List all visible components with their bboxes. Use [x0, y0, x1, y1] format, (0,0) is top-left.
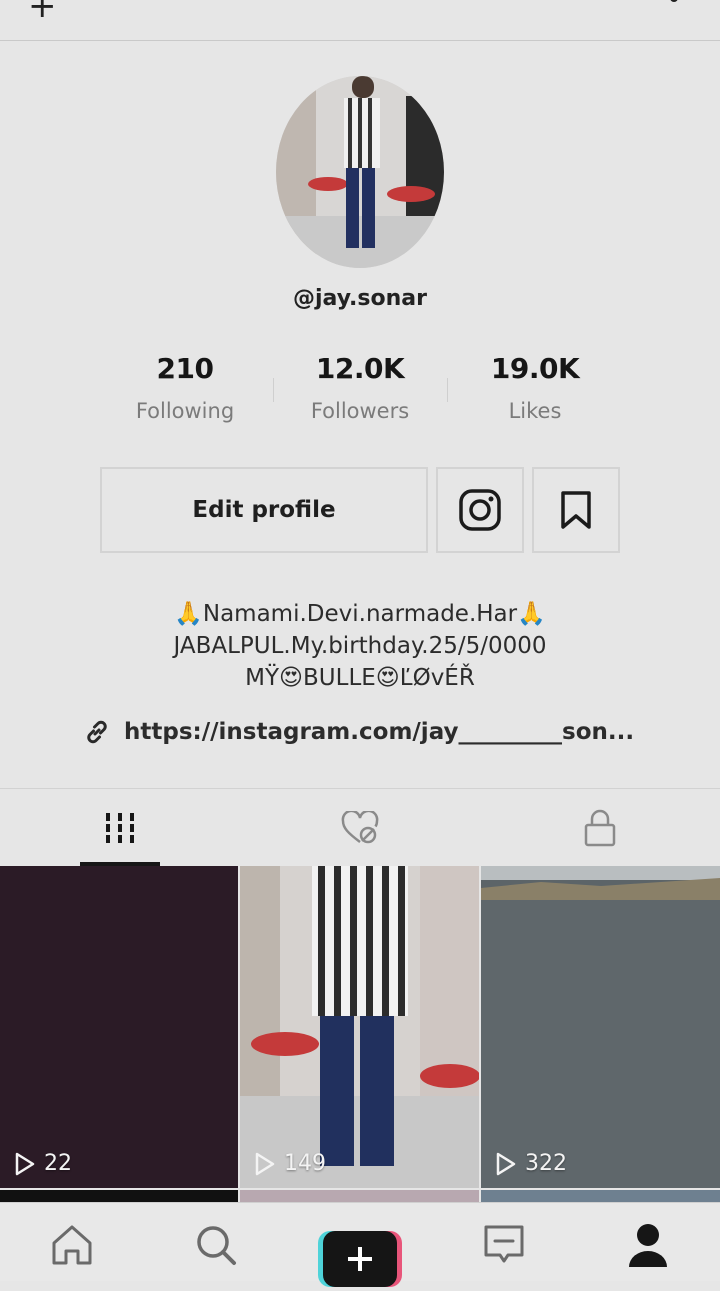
create-button[interactable]	[318, 1231, 402, 1287]
bio-line: MŸ😍BULLE😍ĽØvÉŘ	[245, 665, 475, 691]
view-count-text: 149	[284, 1151, 326, 1176]
bookmark-icon	[561, 491, 591, 529]
following-label: Following	[135, 399, 235, 423]
view-count: 149	[254, 1151, 326, 1176]
home-icon	[52, 1225, 92, 1265]
more-options-icon[interactable]	[670, 0, 678, 2]
view-count-text: 322	[525, 1151, 567, 1176]
inbox-icon	[484, 1225, 524, 1263]
followers-label: Followers	[310, 399, 410, 423]
play-icon	[496, 1152, 516, 1175]
profile-avatar[interactable]	[276, 76, 444, 268]
nav-discover[interactable]	[144, 1203, 288, 1281]
link-text: https://instagram.com/jay_________son...	[124, 719, 635, 745]
bio-line: JABALPUL.My.birthday.25/5/0000	[173, 633, 547, 659]
video-thumbnail	[240, 866, 479, 1188]
favorites-button[interactable]	[532, 467, 620, 553]
likes-label: Likes	[508, 399, 562, 423]
video-thumbnail	[0, 866, 238, 1188]
video-thumbnail	[481, 866, 720, 1188]
link-icon	[87, 720, 107, 744]
bio: 🙏Namami.Devi.narmade.Har🙏 JABALPUL.My.bi…	[0, 598, 720, 694]
instagram-icon	[459, 489, 501, 531]
view-count: 22	[14, 1151, 72, 1176]
top-bar: +	[0, 0, 720, 41]
video-grid: 22 149 322	[0, 866, 720, 1206]
video-tile[interactable]: 149	[240, 866, 479, 1188]
followers-count: 12.0K	[315, 352, 405, 385]
nav-home[interactable]	[0, 1203, 144, 1281]
bio-line: 🙏Namami.Devi.narmade.Har🙏	[174, 601, 546, 627]
following-count: 210	[156, 352, 214, 385]
tab-private[interactable]	[480, 789, 720, 867]
add-user-icon[interactable]: +	[28, 0, 57, 26]
stat-following[interactable]: 210 Following	[95, 352, 275, 423]
profile-link[interactable]: https://instagram.com/jay_________son...	[84, 714, 644, 750]
create-icon	[318, 1231, 402, 1287]
video-tile[interactable]: 322	[481, 866, 720, 1188]
likes-count: 19.0K	[490, 352, 580, 385]
tab-videos[interactable]	[0, 789, 240, 867]
view-count: 322	[495, 1151, 567, 1176]
edit-profile-button[interactable]: Edit profile	[100, 467, 428, 553]
stat-followers[interactable]: 12.0K Followers	[270, 352, 450, 423]
nav-inbox[interactable]	[432, 1203, 576, 1281]
bottom-nav	[0, 1202, 720, 1287]
lock-icon	[584, 809, 616, 847]
play-icon	[255, 1152, 275, 1175]
hidden-heart-icon	[341, 811, 379, 844]
content-tabs	[0, 788, 720, 867]
grid-icon	[104, 813, 136, 843]
tab-liked[interactable]	[240, 789, 480, 867]
stat-likes[interactable]: 19.0K Likes	[445, 352, 625, 423]
instagram-button[interactable]	[436, 467, 524, 553]
nav-profile[interactable]	[576, 1203, 720, 1281]
play-icon	[15, 1152, 35, 1175]
view-count-text: 22	[44, 1151, 72, 1176]
avatar-photo	[276, 76, 444, 268]
username: @jay.sonar	[293, 286, 427, 311]
search-icon	[197, 1226, 236, 1265]
profile-icon	[629, 1224, 667, 1267]
video-tile[interactable]: 22	[0, 866, 238, 1188]
